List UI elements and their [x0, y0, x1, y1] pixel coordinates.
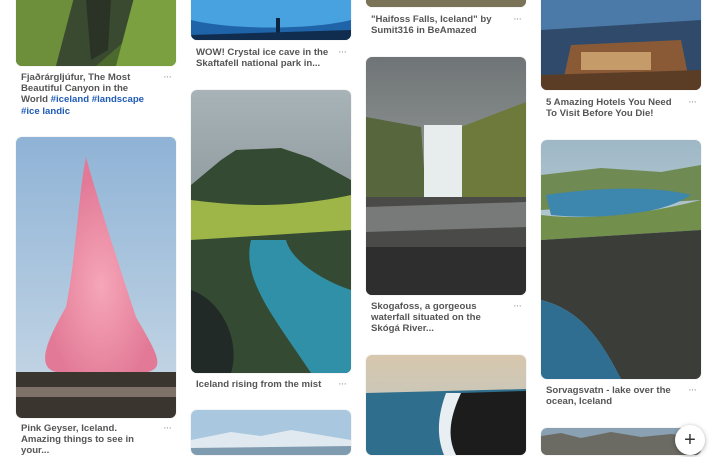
- pin-image-glacier[interactable]: [191, 410, 351, 455]
- plus-icon[interactable]: +: [675, 425, 705, 455]
- pin-caption-ice-cave[interactable]: WOW! Crystal ice cave in the Skaftafell …: [196, 47, 331, 69]
- skogafoss-photo: [366, 57, 526, 295]
- hashtag-link[interactable]: #iceland: [51, 94, 89, 105]
- more-dots-icon[interactable]: ···: [685, 97, 699, 109]
- more-dots-icon[interactable]: ···: [510, 301, 524, 313]
- pin-image-pink-geyser[interactable]: [16, 137, 176, 418]
- pin-image-ice-cave[interactable]: [191, 0, 351, 40]
- ice-cave-photo: [191, 0, 351, 40]
- pin-caption-pink-geyser[interactable]: Pink Geyser, Iceland. Amazing things to …: [21, 423, 156, 457]
- more-dots-icon[interactable]: ···: [510, 14, 524, 26]
- pin-caption-glass-hotel[interactable]: 5 Amazing Hotels You Need To Visit Befor…: [546, 97, 681, 119]
- glass-hotel-photo: [541, 0, 701, 90]
- pin-image-iceland-mist[interactable]: [191, 90, 351, 373]
- haifoss-photo: [366, 0, 526, 7]
- black-beach-photo: [366, 355, 526, 455]
- pin-caption-fjadrargljufur[interactable]: Fjaðrárgljúfur, The Most Beautiful Canyo…: [21, 72, 156, 117]
- canyon-photo: [16, 0, 176, 66]
- hashtag-link[interactable]: #landscape: [92, 94, 144, 105]
- more-dots-icon[interactable]: ···: [335, 379, 349, 391]
- glacier-photo: [191, 410, 351, 455]
- pin-caption-haifoss[interactable]: "Haifoss Falls, Iceland" by Sumit316 in …: [371, 14, 506, 36]
- more-dots-icon[interactable]: ···: [160, 72, 174, 84]
- more-dots-icon[interactable]: ···: [335, 47, 349, 59]
- pin-caption-skogafoss[interactable]: Skogafoss, a gorgeous waterfall situated…: [371, 301, 506, 335]
- sorvagsvatn-photo: [541, 140, 701, 379]
- pin-image-sorvagsvatn[interactable]: [541, 140, 701, 379]
- pink-geyser-photo: [16, 137, 176, 418]
- hashtag-link[interactable]: #ice landic: [21, 106, 70, 117]
- pin-image-black-beach[interactable]: [366, 355, 526, 455]
- pin-image-haifoss[interactable]: [366, 0, 526, 7]
- more-dots-icon[interactable]: ···: [685, 385, 699, 397]
- more-dots-icon[interactable]: ···: [160, 423, 174, 435]
- pin-image-fjadrargljufur[interactable]: [16, 0, 176, 66]
- pin-caption-sorvagsvatn[interactable]: Sorvagsvatn - lake over the ocean, Icela…: [546, 385, 681, 407]
- pin-image-skogafoss[interactable]: [366, 57, 526, 295]
- pin-image-glass-hotel[interactable]: [541, 0, 701, 90]
- pin-caption-iceland-mist[interactable]: Iceland rising from the mist: [196, 379, 331, 390]
- iceland-mist-photo: [191, 90, 351, 373]
